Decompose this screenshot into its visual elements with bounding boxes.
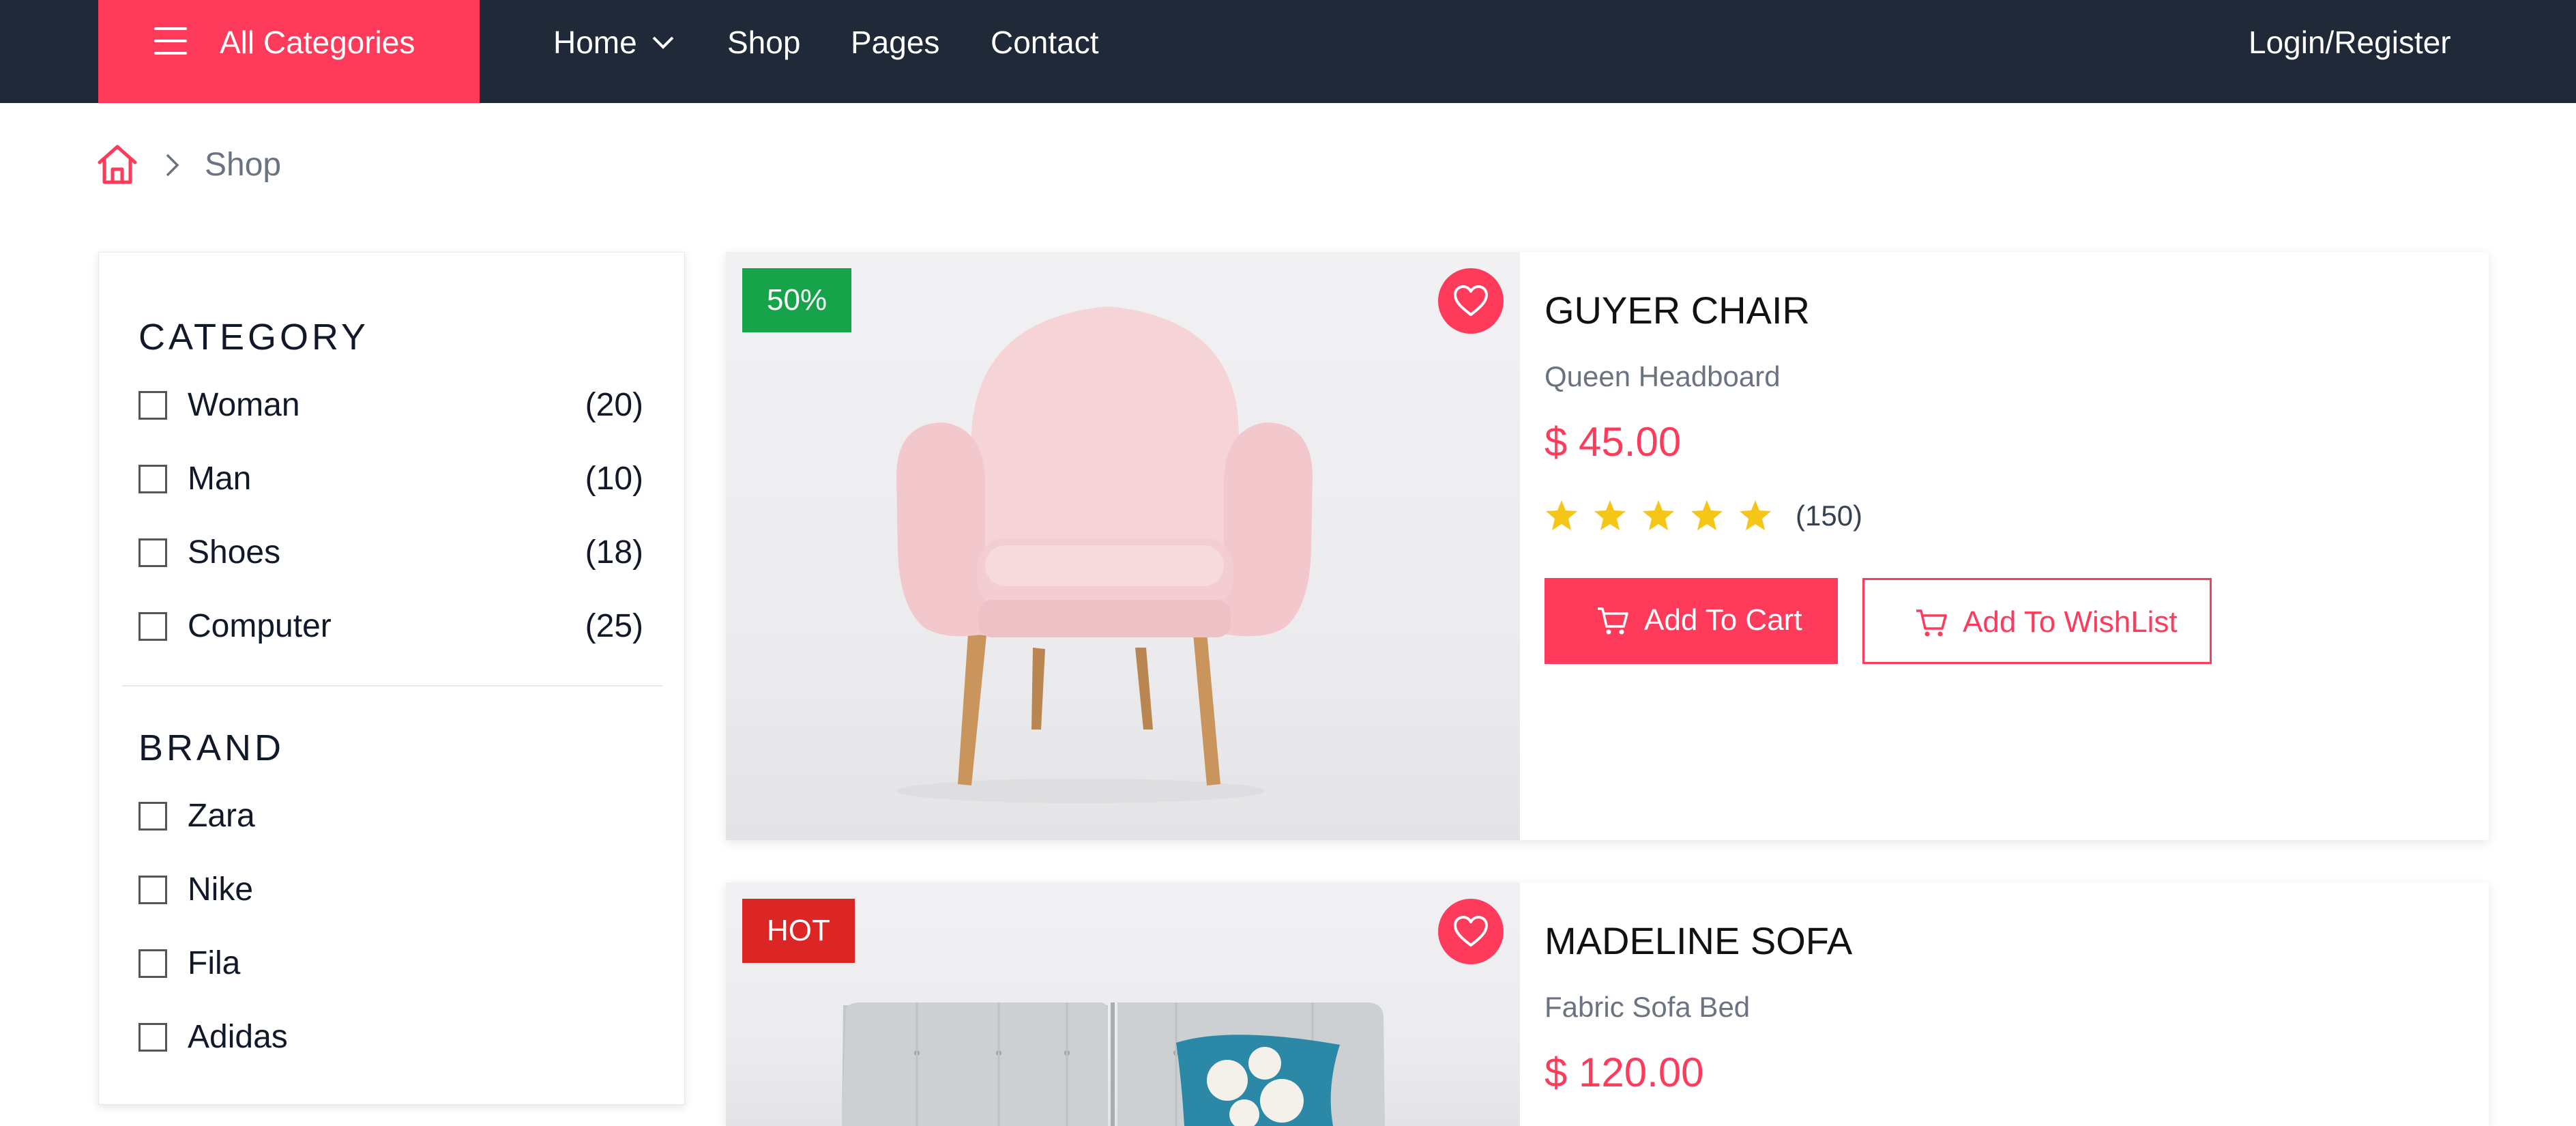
brand-filter-item[interactable]: Adidas	[138, 1018, 643, 1059]
filter-label: Zara	[188, 798, 255, 834]
product-price: $ 45.00	[1545, 419, 1682, 465]
filter-label: Woman	[188, 387, 300, 423]
checkbox[interactable]	[138, 538, 167, 567]
checkbox[interactable]	[138, 876, 167, 904]
product-subtitle: Fabric Sofa Bed	[1545, 991, 1751, 1023]
product-image[interactable]: 50%	[726, 252, 1520, 840]
nav-link-home[interactable]: Home	[553, 23, 637, 61]
cart-icon	[1598, 607, 1628, 635]
heart-icon	[1454, 285, 1488, 316]
category-heading: CATEGORY	[138, 317, 370, 358]
menu-icon	[154, 27, 187, 55]
star-icon	[1691, 500, 1723, 530]
filter-count: (20)	[585, 387, 643, 423]
add-to-cart-label: Add To Cart	[1644, 603, 1802, 637]
filter-count: (25)	[585, 608, 643, 644]
filter-count: (18)	[585, 534, 643, 571]
category-filter-item[interactable]: Computer (25)	[138, 607, 643, 648]
checkbox[interactable]	[138, 949, 167, 978]
star-icon	[1740, 500, 1771, 530]
category-filter-item[interactable]: Man (10)	[138, 460, 643, 501]
star-icon	[1594, 500, 1626, 530]
brand-filter-item[interactable]: Fila	[138, 944, 643, 985]
breadcrumb-current: Shop	[205, 147, 282, 183]
filter-label: Nike	[188, 871, 254, 908]
checkbox[interactable]	[138, 391, 167, 420]
nav-link-contact[interactable]: Contact	[991, 23, 1099, 61]
heart-icon	[1454, 916, 1488, 947]
filter-label: Man	[188, 461, 252, 497]
add-to-wishlist-button[interactable]: Add To WishList	[1862, 578, 2212, 664]
filter-label: Computer	[188, 608, 332, 644]
cart-icon	[1916, 609, 1947, 637]
star-icon	[1546, 500, 1577, 530]
add-to-cart-button[interactable]: Add To Cart	[1545, 578, 1838, 664]
discount-badge: 50%	[742, 268, 852, 332]
checkbox[interactable]	[138, 1023, 167, 1052]
checkbox[interactable]	[138, 802, 167, 831]
brand-heading: BRAND	[138, 727, 285, 768]
filter-sidebar: CATEGORY Woman (20) Man (10) Shoes (18) …	[98, 252, 685, 1105]
product-card[interactable]: 50% GUYER CHAIR Queen Headboard $ 45.00 …	[726, 252, 2489, 840]
wishlist-heart-button[interactable]	[1438, 268, 1504, 334]
star-icon	[1643, 500, 1674, 530]
nav-link-shop[interactable]: Shop	[727, 23, 800, 61]
rating-count: (150)	[1796, 500, 1863, 532]
product-title[interactable]: MADELINE SOFA	[1545, 919, 1852, 963]
chevron-right-icon	[166, 154, 179, 177]
brand-filter-item[interactable]: Zara	[138, 797, 643, 838]
nav-link-pages[interactable]: Pages	[851, 23, 939, 61]
category-filter-item[interactable]: Shoes (18)	[138, 534, 643, 575]
all-categories-label: All Categories	[220, 25, 415, 60]
product-price: $ 120.00	[1545, 1050, 1704, 1095]
all-categories-button[interactable]: All Categories	[98, 0, 480, 103]
divider	[122, 685, 662, 687]
filter-label: Fila	[188, 945, 241, 981]
checkbox[interactable]	[138, 612, 167, 641]
checkbox[interactable]	[138, 465, 167, 493]
product-image[interactable]: HOT	[726, 882, 1520, 1126]
filter-label: Adidas	[188, 1019, 288, 1055]
filter-label: Shoes	[188, 534, 281, 571]
product-card[interactable]: HOT MADELINE SOFA Fabric Sofa Bed $ 120.…	[726, 882, 2489, 1126]
top-navigation-bar: All Categories Home Shop Pages Contact L…	[0, 0, 2576, 103]
armchair-image	[896, 306, 1313, 803]
wishlist-heart-button[interactable]	[1438, 899, 1504, 964]
login-register-link[interactable]: Login/Register	[2249, 23, 2451, 61]
product-subtitle: Queen Headboard	[1545, 360, 1781, 392]
chevron-down-icon[interactable]	[652, 34, 675, 50]
home-icon[interactable]	[97, 143, 138, 186]
product-title[interactable]: GUYER CHAIR	[1545, 289, 1810, 332]
category-filter-item[interactable]: Woman (20)	[138, 386, 643, 427]
add-to-wishlist-label: Add To WishList	[1963, 605, 2178, 639]
brand-filter-item[interactable]: Nike	[138, 871, 643, 912]
filter-count: (10)	[585, 461, 643, 497]
hot-badge: HOT	[742, 899, 855, 963]
